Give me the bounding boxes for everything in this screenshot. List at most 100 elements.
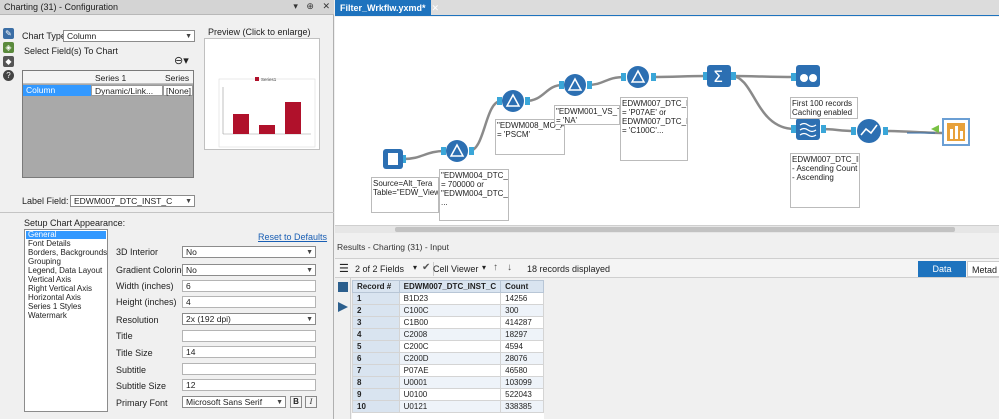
subtitle-input[interactable] [182,363,316,375]
chart-type-label: Chart Type [22,31,66,41]
filter3-annotation[interactable]: "EDWM001_VS_TYPE_C" = 'NA' [554,105,620,125]
input-port [559,81,564,89]
fields-selector[interactable]: 2 of 2 Fields [355,264,404,274]
inst-cell: C100C [398,304,502,317]
bold-button[interactable]: B [290,396,302,408]
grid-cell-series1[interactable]: Dynamic/Link... [91,85,163,96]
gradient-select[interactable]: No ▼ [182,264,316,276]
chevron-down-icon[interactable]: ▾ [482,263,486,272]
filter-tool[interactable] [564,74,586,96]
dropdown-icon[interactable]: ▾ [293,1,298,11]
header-inst[interactable]: EDWM007_DTC_INST_C [398,280,502,293]
gradient-label: Gradient Coloring [116,265,187,275]
binoculars-icon [800,74,808,82]
section-series1-styles[interactable]: Series 1 Styles [26,303,106,311]
close-icon[interactable]: ✕ [322,1,330,11]
close-tab-icon[interactable]: ✕ [432,3,440,13]
height-label: Height (inches) [116,297,177,307]
header-count[interactable]: Count [500,280,544,293]
header-record[interactable]: Record # [352,280,400,293]
document-tab-bar: Filter_Wrkflw.yxmd* ✕ [335,0,999,16]
filter-tool[interactable] [502,90,524,112]
preview-chart-svg: Series1 [218,77,316,148]
table-row[interactable]: 10 U0121 338385 [352,400,544,413]
preview-label: Preview (Click to enlarge) [208,27,311,37]
sort-tool[interactable] [796,118,820,140]
chart-type-select[interactable]: Column ▼ [63,30,195,42]
height-input[interactable]: 4 [182,296,316,308]
chart-type-value: Column [67,31,97,41]
scrollbar-thumb[interactable] [395,227,955,232]
table-row[interactable]: 5 C200C 4594 [352,340,544,353]
data-view-button[interactable]: Data [918,261,966,277]
reset-defaults-link[interactable]: Reset to Defaults [258,232,327,242]
wrench-icon[interactable]: ✎ [3,28,14,39]
chart-preview[interactable]: Series1 [204,38,320,150]
help-icon[interactable]: ? [3,70,14,81]
table-row[interactable]: 3 C1B00 414287 [352,316,544,329]
cell-viewer-selector[interactable]: Cell Viewer [433,264,478,274]
table-row[interactable]: 8 U0001 103099 [352,376,544,389]
filter1-annotation[interactable]: "EDWM004_DTC_ROUTINE_K" = 700000 or "EDW… [439,169,509,221]
section-borders-backgrounds[interactable]: Borders, Backgrounds [26,249,107,257]
fields-grid-row[interactable]: Column Dynamic/Link... [None] [23,85,193,96]
primary-font-select[interactable]: Microsoft Sans Serif ▼ [182,396,286,408]
browse-annotation[interactable]: First 100 records Caching enabled [790,97,858,119]
output-port [731,72,736,80]
section-watermark[interactable]: Watermark [26,312,106,320]
workflow-canvas[interactable]: Σ Source=Alt_Tera Table="EDW_View"."EDWM… [335,17,999,225]
section-legend-data-layout[interactable]: Legend, Data Layout [26,267,106,275]
table-row[interactable]: 6 C200D 28076 [352,352,544,365]
source-annotation[interactable]: Source=Alt_Tera Table="EDW_View"."EDWM00… [371,177,439,213]
title-size-input[interactable]: 14 [182,346,316,358]
table-row[interactable]: 1 B1D23 14256 [352,292,544,305]
section-font-details[interactable]: Font Details [26,240,106,248]
grid-cell-field[interactable]: Column [23,85,91,96]
preview-bar [233,114,249,134]
check-icon[interactable]: ✔ [422,262,430,273]
width-input[interactable]: 6 [182,280,316,292]
connection-icon[interactable]: ◈ [3,42,14,53]
section-horizontal-axis[interactable]: Horizontal Axis [26,294,106,302]
input-anchor-icon[interactable] [338,282,348,292]
subtitle-size-input[interactable]: 12 [182,379,316,391]
row-number: 7 [352,364,400,377]
tag-icon[interactable]: ◆ [3,56,14,67]
table-row[interactable]: 4 C2008 18297 [352,328,544,341]
preview-legend-swatch [255,77,259,81]
table-row[interactable]: 7 P07AE 46580 [352,364,544,377]
section-general[interactable]: General [26,231,106,239]
menu-icon[interactable]: ☰ [339,262,349,275]
results-toolbar: ☰ 2 of 2 Fields ▾ ✔ Cell Viewer ▾ ↑ ↓ 18… [335,258,999,278]
pin-icon[interactable]: ⊕ [306,1,314,11]
section-right-vertical-axis[interactable]: Right Vertical Axis [26,285,106,293]
canvas-horizontal-scrollbar[interactable] [335,225,999,233]
grid-cell-series2[interactable]: [None] [163,85,193,96]
arrow-up-icon[interactable]: ↑ [493,262,498,273]
section-grouping[interactable]: Grouping [26,258,106,266]
arrow-down-icon[interactable]: ↓ [507,262,512,273]
inst-cell: P07AE [398,364,502,377]
row-number: 4 [352,328,400,341]
label-field-select[interactable]: EDWM007_DTC_INST_C ▼ [70,195,195,207]
filter-tool[interactable] [446,140,468,162]
italic-button[interactable]: I [305,396,317,408]
output-anchor-icon[interactable] [338,302,348,312]
resolution-select[interactable]: 2x (192 dpi) ▼ [182,313,316,325]
pane-separator [0,212,334,213]
table-row[interactable]: 9 U0100 522043 [352,388,544,401]
filter-tool[interactable] [627,66,649,88]
add-remove-fields-icon[interactable]: ⊖▾ [174,54,189,67]
section-vertical-axis[interactable]: Vertical Axis [26,276,106,284]
metadata-view-button[interactable]: Metad [967,261,999,277]
workflow-tab[interactable]: Filter_Wrkflw.yxmd* ✕ [335,0,439,16]
preview-bar [259,125,275,134]
table-row[interactable]: 2 C100C 300 [352,304,544,317]
filter4-annotation[interactable]: EDWM007_DTC_INST_C = 'P07AE' or EDWM007_… [620,97,688,161]
title-input[interactable] [182,330,316,342]
sort-annotation[interactable]: EDWM007_DTC_INST_C - Ascending Count - A… [790,153,860,208]
interior-select[interactable]: No ▼ [182,246,316,258]
chevron-down-icon[interactable]: ▾ [413,263,417,272]
output-port [469,147,474,155]
output-port [525,97,530,105]
